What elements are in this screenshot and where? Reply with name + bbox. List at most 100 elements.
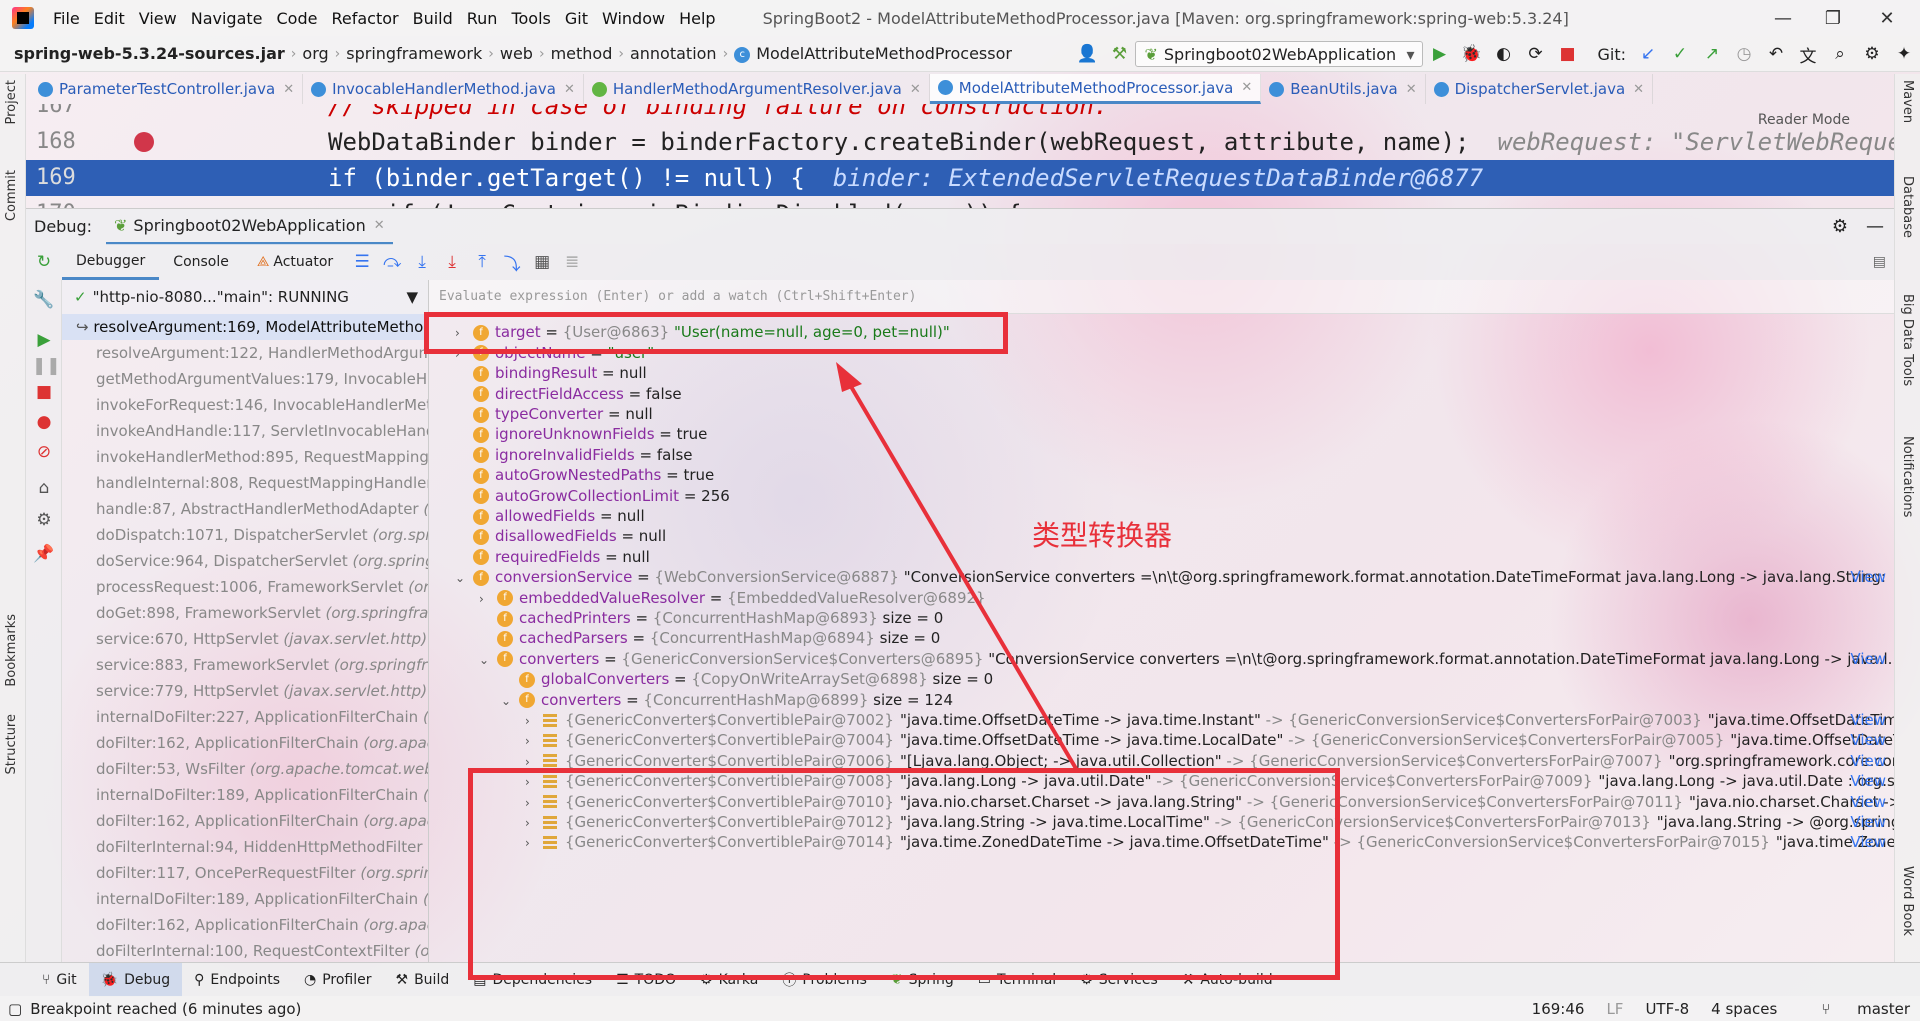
stack-frame[interactable]: handle:87, AbstractHandlerMethodAdapter … xyxy=(62,496,428,522)
word-book-tool-button[interactable]: Word Book xyxy=(1900,866,1915,936)
stack-frame[interactable]: doService:964, DispatcherServlet (org.sp… xyxy=(62,548,428,574)
stack-frame[interactable]: doFilter:162, ApplicationFilterChain (or… xyxy=(62,730,428,756)
restore-icon[interactable]: ❐ xyxy=(1810,0,1856,36)
close-icon[interactable]: ✕ xyxy=(564,82,575,97)
menu-tools[interactable]: Tools xyxy=(504,9,557,28)
tab-actuator[interactable]: ⟁ Actuator xyxy=(243,244,347,280)
chevron-down-icon[interactable]: ⌄ xyxy=(479,648,497,673)
view-breakpoints-icon[interactable]: ● xyxy=(32,410,56,434)
bottom-tab-build[interactable]: ⚒ Build xyxy=(384,963,462,997)
bookmarks-tool-button[interactable]: Bookmarks xyxy=(4,614,19,687)
trace-icon[interactable]: ≣ xyxy=(557,252,587,272)
git-update-icon[interactable]: ↙ xyxy=(1634,40,1662,68)
breadcrumb-class[interactable]: c ModelAttributeMethodProcessor xyxy=(728,44,1018,63)
commit-tool-button[interactable]: Commit xyxy=(4,170,19,221)
git-push-icon[interactable]: ↗ xyxy=(1698,40,1726,68)
breadcrumb-method[interactable]: method xyxy=(545,44,619,63)
breakpoint-icon[interactable] xyxy=(134,132,154,152)
filter-icon[interactable]: ▼ xyxy=(406,288,418,306)
database-tool-button[interactable]: Database xyxy=(1900,176,1915,238)
status-expand-icon[interactable]: ▢ xyxy=(8,1000,22,1018)
mute-breakpoints-icon[interactable]: ⊘ xyxy=(32,440,56,464)
evaluate-expression-input[interactable]: Evaluate expression (Enter) or add a wat… xyxy=(429,280,1894,314)
camera-icon[interactable]: ⌂ xyxy=(32,476,56,500)
close-icon[interactable]: ✕ xyxy=(910,82,921,97)
indent-setting[interactable]: 4 spaces xyxy=(1711,1000,1777,1018)
wrench-icon[interactable]: 🔧 xyxy=(32,288,56,312)
stack-frame[interactable]: doFilter:53, WsFilter (org.apache.tomcat… xyxy=(62,756,428,782)
run-to-cursor-icon[interactable]: ⤵ xyxy=(497,250,527,275)
file-encoding[interactable]: UTF-8 xyxy=(1645,1000,1689,1018)
notifications-tool-button[interactable]: Notifications xyxy=(1900,436,1915,517)
close-window-icon[interactable]: ✕ xyxy=(1864,0,1910,36)
debug-bug-icon[interactable]: 🐞 xyxy=(1457,40,1485,68)
chevron-down-icon[interactable]: ⌄ xyxy=(455,566,473,591)
resume-icon[interactable]: ▶ xyxy=(32,328,56,352)
git-commit-icon[interactable]: ✓ xyxy=(1666,40,1694,68)
stack-frame[interactable]: invokeHandlerMethod:895, RequestMappingH… xyxy=(62,444,428,470)
stack-frame[interactable]: doFilterInternal:94, HiddenHttpMethodFil… xyxy=(62,834,428,860)
tab-invocablehandlermethod[interactable]: InvocableHandlerMethod.java ✕ xyxy=(303,74,584,104)
reader-mode-toggle[interactable]: Reader Mode xyxy=(1758,112,1850,128)
bottom-tab-endpoints[interactable]: ⚲ Endpoints xyxy=(182,963,292,997)
hide-panel-icon[interactable]: — xyxy=(1866,216,1884,237)
caret-position[interactable]: 169:46 xyxy=(1532,1000,1585,1018)
debug-session-tab[interactable]: ❦ Springboot02WebApplication ✕ xyxy=(106,209,393,245)
plugin-icon[interactable]: ✦ xyxy=(1890,40,1918,68)
stack-frame[interactable]: getMethodArgumentValues:179, InvocableHa… xyxy=(62,366,428,392)
close-icon[interactable]: ✕ xyxy=(1406,82,1417,97)
menu-code[interactable]: Code xyxy=(270,9,325,28)
tab-console[interactable]: Console xyxy=(159,244,243,280)
step-into-icon[interactable]: ⤓ xyxy=(407,252,437,272)
menu-help[interactable]: Help xyxy=(672,9,722,28)
menu-view[interactable]: View xyxy=(132,9,184,28)
stack-frame[interactable]: service:779, HttpServlet (javax.servlet.… xyxy=(62,678,428,704)
close-icon[interactable]: ✕ xyxy=(283,82,294,97)
maven-tool-button[interactable]: Maven xyxy=(1900,80,1915,123)
menu-git[interactable]: Git xyxy=(558,9,595,28)
coverage-icon[interactable]: ◐ xyxy=(1489,40,1517,68)
stack-frame[interactable]: doGet:898, FrameworkServlet (org.springf… xyxy=(62,600,428,626)
tab-debugger[interactable]: Debugger xyxy=(62,244,160,280)
run-icon[interactable]: ▶ xyxy=(1425,40,1453,68)
menu-run[interactable]: Run xyxy=(460,9,505,28)
step-over-icon[interactable]: ⤼ xyxy=(377,252,407,272)
pin-icon[interactable]: 📌 xyxy=(32,542,56,566)
settings-icon[interactable]: ⚙ xyxy=(32,508,56,532)
pause-icon[interactable]: ❚❚ xyxy=(32,354,61,378)
stack-frame[interactable]: processRequest:1006, FrameworkServlet (o… xyxy=(62,574,428,600)
user-icon[interactable]: 👤 xyxy=(1073,40,1101,68)
stack-frame[interactable]: doFilter:162, ApplicationFilterChain (or… xyxy=(62,808,428,834)
force-step-into-icon[interactable]: ⤓ xyxy=(437,252,467,272)
stack-frame[interactable]: handleInternal:808, RequestMappingHandle… xyxy=(62,470,428,496)
close-icon[interactable]: ✕ xyxy=(1633,82,1644,97)
menu-window[interactable]: Window xyxy=(595,9,672,28)
menu-refactor[interactable]: Refactor xyxy=(324,9,405,28)
gear-icon[interactable]: ⚙ xyxy=(1832,216,1848,237)
big-data-tools-button[interactable]: Big Data Tools xyxy=(1900,294,1915,386)
tab-beanutils[interactable]: BeanUtils.java ✕ xyxy=(1261,74,1426,104)
rollback-icon[interactable]: ↶ xyxy=(1762,40,1790,68)
menu-file[interactable]: File xyxy=(46,9,87,28)
close-icon[interactable]: ✕ xyxy=(374,218,385,233)
thread-selector[interactable]: ✓ "http-nio-8080..."main": RUNNING ▼ xyxy=(62,280,428,314)
stack-frame[interactable]: internalDoFilter:227, ApplicationFilterC… xyxy=(62,704,428,730)
stack-frame[interactable]: service:883, FrameworkServlet (org.sprin… xyxy=(62,652,428,678)
breadcrumb-springframework[interactable]: springframework xyxy=(340,44,488,63)
menu-edit[interactable]: Edit xyxy=(87,9,132,28)
step-out-icon[interactable]: ⤒ xyxy=(467,252,497,272)
menu-lines-icon[interactable]: ☰ xyxy=(347,252,377,272)
git-branch[interactable]: ⑂ master xyxy=(1799,1000,1910,1018)
tab-parametertestcontroller[interactable]: ParameterTestController.java ✕ xyxy=(30,74,304,104)
bottom-tab-git[interactable]: ⑂ Git xyxy=(30,963,89,997)
tab-handlermethodargumentresolver[interactable]: HandlerMethodArgumentResolver.java ✕ xyxy=(584,74,930,104)
gear-icon[interactable]: ⚙ xyxy=(1858,40,1886,68)
hammer-build-icon[interactable]: ⚒ xyxy=(1105,40,1133,68)
evaluate-expression-icon[interactable]: ▦ xyxy=(527,252,557,272)
stack-frame[interactable]: doFilterInternal:100, RequestContextFilt… xyxy=(62,938,428,962)
tab-modelattributemethodprocessor[interactable]: ModelAttributeMethodProcessor.java ✕ xyxy=(929,74,1262,104)
stack-frame[interactable]: resolveArgument:169, ModelAttributeMetho… xyxy=(62,314,428,340)
stop-icon[interactable]: ■ xyxy=(1553,40,1581,68)
stack-frame[interactable]: internalDoFilter:189, ApplicationFilterC… xyxy=(62,886,428,912)
layout-icon[interactable]: ▤ xyxy=(1873,254,1886,270)
